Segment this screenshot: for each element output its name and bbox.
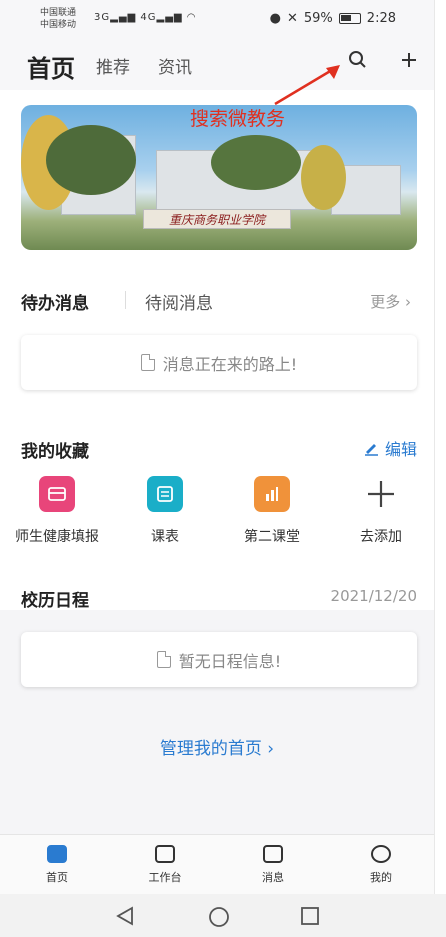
calendar-empty-card: 暂无日程信息! bbox=[21, 632, 417, 687]
tab-label: 消息 bbox=[262, 871, 284, 884]
tab-bar-workbench[interactable]: 工作台 bbox=[125, 845, 205, 885]
manage-home-link[interactable]: 管理我的首页 › bbox=[0, 734, 434, 759]
back-icon[interactable] bbox=[116, 906, 134, 931]
tab-news[interactable]: 资讯 bbox=[158, 53, 192, 78]
tab-bar-messages[interactable]: 消息 bbox=[233, 845, 313, 885]
tab-label: 首页 bbox=[46, 871, 68, 884]
recents-icon[interactable] bbox=[300, 906, 320, 931]
search-icon[interactable] bbox=[348, 50, 368, 76]
pencil-icon bbox=[364, 443, 378, 456]
workbench-icon bbox=[155, 845, 175, 863]
favorite-label: 去添加 bbox=[360, 529, 402, 545]
favorite-health-report[interactable]: 师生健康填报 bbox=[7, 476, 107, 546]
network-type-1: 3G bbox=[94, 12, 111, 23]
favorite-add[interactable]: 去添加 bbox=[331, 476, 431, 546]
tab-divider bbox=[125, 291, 126, 309]
more-label: 更多 bbox=[370, 293, 401, 311]
page-edge bbox=[434, 0, 446, 894]
favorite-label: 第二课堂 bbox=[244, 529, 300, 545]
activity-chart-icon bbox=[254, 476, 290, 512]
timetable-icon bbox=[147, 476, 183, 512]
add-icon[interactable] bbox=[400, 50, 418, 75]
edit-label: 编辑 bbox=[384, 440, 417, 459]
messages-empty-text: 消息正在来的路上! bbox=[162, 354, 298, 374]
home-icon bbox=[47, 845, 67, 863]
tab-label: 工作台 bbox=[148, 871, 182, 884]
calendar-empty-text: 暂无日程信息! bbox=[178, 651, 282, 671]
favorites-title: 我的收藏 bbox=[21, 442, 89, 462]
wifi-icon: ◠ bbox=[186, 12, 197, 23]
bottom-tab-bar: 首页 工作台 消息 我的 bbox=[0, 834, 434, 894]
status-right: ● ✕ 59% 2:28 bbox=[270, 11, 396, 26]
signal-icon-2: ▂▄▆ bbox=[156, 12, 183, 23]
search-annotation: 搜索微教务 bbox=[190, 108, 286, 130]
network-type-2: 4G bbox=[140, 12, 157, 23]
banner-tree bbox=[301, 145, 346, 210]
carrier-2: 中国移动 bbox=[40, 20, 77, 30]
status-bar: 中国联通 中国移动 3G▂▄▆ 4G▂▄▆ ◠ ● ✕ 59% 2:28 bbox=[0, 0, 446, 40]
more-link[interactable]: 更多 › bbox=[370, 291, 411, 312]
battery-icon bbox=[338, 13, 361, 24]
campus-sign: 重庆商务职业学院 bbox=[143, 209, 291, 229]
carrier-names: 中国联通 中国移动 bbox=[40, 7, 76, 31]
health-card-icon bbox=[39, 476, 75, 512]
document-icon bbox=[156, 651, 171, 668]
banner-tree bbox=[46, 125, 136, 195]
clock: 2:28 bbox=[366, 11, 396, 26]
tab-recommend[interactable]: 推荐 bbox=[96, 53, 130, 78]
messages-empty-card: 消息正在来的路上! bbox=[21, 335, 417, 390]
tab-bar-home[interactable]: 首页 bbox=[17, 845, 97, 885]
signal-icons: 3G▂▄▆ 4G▂▄▆ ◠ bbox=[94, 12, 197, 23]
tab-bar-profile[interactable]: 我的 bbox=[341, 845, 421, 885]
carrier-1: 中国联通 bbox=[40, 8, 77, 18]
tab-unread-messages[interactable]: 待阅消息 bbox=[145, 289, 213, 314]
location-icon: ● bbox=[269, 11, 281, 26]
tab-label: 我的 bbox=[370, 871, 392, 884]
manage-home-label: 管理我的首页 bbox=[159, 739, 262, 759]
calendar-title: 校历日程 bbox=[21, 591, 89, 611]
chevron-right-icon: › bbox=[267, 739, 275, 759]
tab-home[interactable]: 首页 bbox=[27, 49, 75, 84]
home-button-icon[interactable] bbox=[208, 906, 230, 933]
favorite-timetable[interactable]: 课表 bbox=[115, 476, 215, 546]
message-icon bbox=[263, 845, 283, 863]
system-nav-bar bbox=[0, 894, 446, 937]
mute-icon: ✕ bbox=[286, 11, 298, 26]
signal-icon: ▂▄▆ bbox=[110, 12, 137, 23]
calendar-date: 2021/12/20 bbox=[330, 587, 417, 605]
chevron-right-icon: › bbox=[405, 293, 411, 311]
edit-favorites-button[interactable]: 编辑 bbox=[364, 436, 417, 460]
tab-pending-messages[interactable]: 待办消息 bbox=[21, 289, 89, 314]
top-header: 首页 推荐 资讯 bbox=[0, 40, 434, 90]
profile-icon bbox=[371, 845, 391, 863]
favorite-second-classroom[interactable]: 第二课堂 bbox=[222, 476, 322, 546]
favorite-label: 课表 bbox=[151, 529, 179, 545]
plus-icon bbox=[363, 476, 399, 512]
banner-tree bbox=[211, 135, 301, 190]
document-icon bbox=[140, 354, 155, 371]
battery-percent: 59% bbox=[303, 11, 333, 26]
favorite-label: 师生健康填报 bbox=[15, 529, 99, 545]
